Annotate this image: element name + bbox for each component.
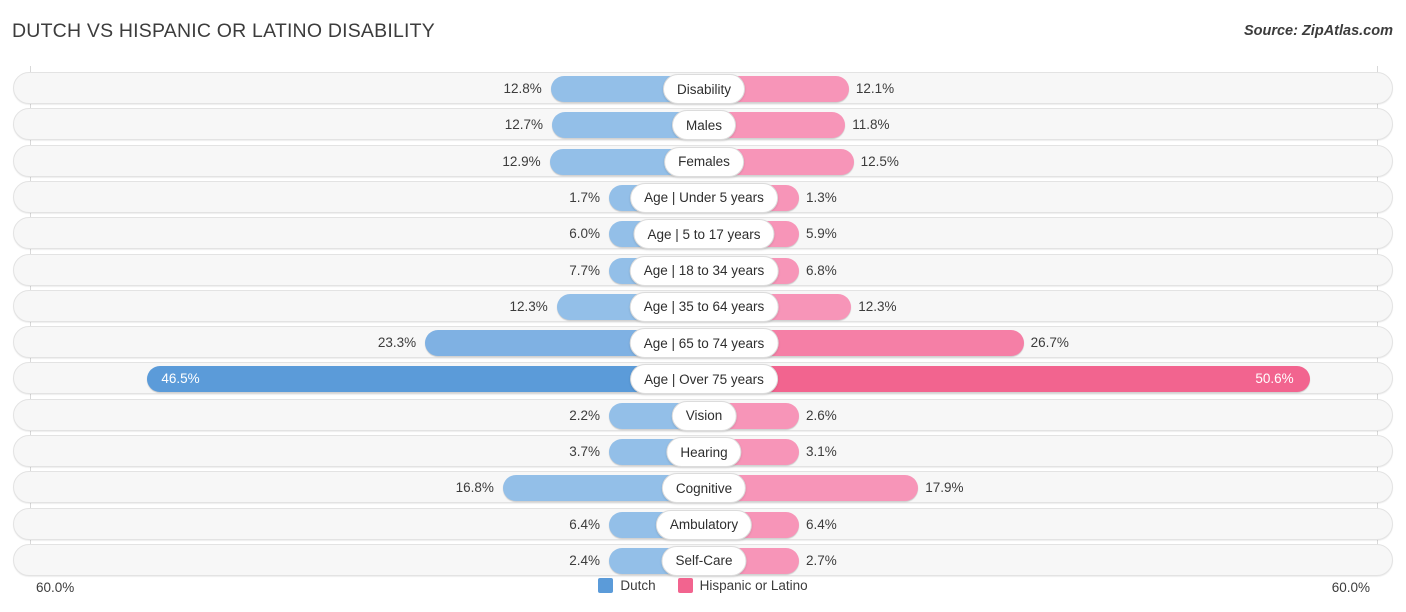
bar-group: 16.8% 17.9% Cognitive: [14, 472, 1392, 504]
category-label: Age | 5 to 17 years: [633, 219, 775, 250]
chart-row: 12.3% 12.3% Age | 35 to 64 years: [13, 289, 1393, 322]
category-label: Disability: [662, 74, 746, 104]
value-label-dutch: 3.7%: [569, 444, 600, 459]
chart-row: 2.4% 2.7% Self-Care: [13, 543, 1393, 576]
value-label-hispanic-or-latino: 50.6%: [1255, 371, 1294, 387]
legend-item: Hispanic or Latino: [677, 578, 808, 593]
legend-swatch: [677, 578, 693, 593]
value-label-dutch: 12.7%: [504, 117, 543, 133]
chart-root: DUTCH VS HISPANIC OR LATINO DISABILITY S…: [0, 0, 1406, 612]
bar-group: 23.3% 26.7% Age | 65 to 74 years: [14, 327, 1392, 359]
bar-group: 6.4% 6.4% Ambulatory: [14, 509, 1392, 540]
chart-row: 3.7% 3.1% Hearing: [13, 435, 1393, 467]
value-label-dutch: 1.7%: [569, 189, 600, 205]
chart-row: 12.7% 11.8% Males: [13, 108, 1393, 141]
chart-row: 23.3% 26.7% Age | 65 to 74 years: [13, 326, 1393, 359]
bar-group: 2.2% 2.6% Vision: [14, 400, 1392, 431]
value-label-dutch: 23.3%: [377, 335, 417, 351]
legend-item: Dutch: [598, 578, 656, 593]
category-label: Age | 18 to 34 years: [629, 255, 779, 286]
plot-area: 12.8% 12.1% Disability 12.7% 11.8% Males 12.9%…: [0, 66, 1406, 576]
value-label-dutch: 7.7%: [569, 262, 600, 278]
source-attribution: Source: ZipAtlas.com: [1243, 23, 1393, 39]
category-label: Hearing: [666, 437, 742, 467]
chart-row: 7.7% 6.8% Age | 18 to 34 years: [13, 253, 1393, 286]
value-label-hispanic-or-latino: 11.8%: [852, 117, 890, 133]
legend-label: Dutch: [620, 578, 656, 593]
value-label-hispanic-or-latino: 2.7%: [806, 552, 837, 568]
bar-group: 12.7% 11.8% Males: [14, 109, 1392, 141]
bar-group: 6.0% 5.9% Age | 5 to 17 years: [14, 218, 1392, 250]
chart-row: 6.4% 6.4% Ambulatory: [13, 507, 1393, 540]
value-label-hispanic-or-latino: 12.5%: [860, 153, 899, 169]
bar-group: 7.7% 6.8% Age | 18 to 34 years: [14, 255, 1392, 286]
category-label: Females: [664, 146, 744, 177]
value-label-dutch: 46.5%: [161, 371, 200, 387]
bar-group: 46.5% 50.6% Age | Over 75 years: [14, 363, 1392, 395]
value-label-hispanic-or-latino: 12.3%: [858, 298, 897, 314]
bar-group: 12.3% 12.3% Age | 35 to 64 years: [14, 291, 1392, 322]
bar-group: 3.7% 3.1% Hearing: [14, 436, 1392, 467]
chart-row: 46.5% 50.6% Age | Over 75 years: [13, 362, 1393, 395]
bar-group: 12.9% 12.5% Females: [14, 146, 1392, 177]
value-label-hispanic-or-latino: 26.7%: [1030, 335, 1069, 351]
value-label-dutch: 2.2%: [569, 407, 600, 423]
chart-row: 12.8% 12.1% Disability: [13, 72, 1393, 104]
value-label-hispanic-or-latino: 2.6%: [806, 407, 837, 423]
bar-hispanic-or-latino: [704, 366, 1310, 393]
value-label-dutch: 12.8%: [503, 81, 542, 96]
chart-row: 1.7% 1.3% Age | Under 5 years: [13, 180, 1393, 213]
category-label: Males: [671, 110, 737, 141]
value-label-hispanic-or-latino: 5.9%: [806, 226, 837, 242]
category-label: Age | 65 to 74 years: [629, 328, 779, 359]
legend: Dutch Hispanic or Latino: [0, 578, 1406, 593]
value-label-hispanic-or-latino: 3.1%: [806, 444, 837, 459]
chart-row: 16.8% 17.9% Cognitive: [13, 471, 1393, 504]
value-label-hispanic-or-latino: 6.8%: [806, 262, 837, 278]
category-label: Vision: [671, 400, 737, 431]
category-label: Ambulatory: [655, 509, 753, 540]
chart-row: 6.0% 5.9% Age | 5 to 17 years: [13, 217, 1393, 250]
category-label: Age | Under 5 years: [630, 182, 778, 213]
value-label-dutch: 16.8%: [455, 480, 494, 496]
value-label-dutch: 6.4%: [569, 516, 600, 532]
bar-group: 2.4% 2.7% Self-Care: [14, 545, 1392, 576]
bar-group: 12.8% 12.1% Disability: [14, 73, 1392, 104]
value-label-dutch: 6.0%: [569, 226, 600, 242]
category-label: Age | Over 75 years: [630, 364, 778, 395]
bar-dutch: [147, 366, 704, 393]
page-title: DUTCH VS HISPANIC OR LATINO DISABILITY: [12, 20, 435, 42]
value-label-hispanic-or-latino: 12.1%: [855, 81, 895, 96]
value-label-hispanic-or-latino: 17.9%: [925, 480, 964, 496]
value-label-dutch: 12.3%: [509, 298, 548, 314]
legend-label: Hispanic or Latino: [699, 578, 808, 593]
chart-row: 2.2% 2.6% Vision: [13, 398, 1393, 431]
category-label: Cognitive: [661, 473, 747, 504]
bar-group: 1.7% 1.3% Age | Under 5 years: [14, 182, 1392, 213]
category-label: Self-Care: [661, 545, 747, 576]
value-label-dutch: 2.4%: [569, 552, 600, 568]
value-label-hispanic-or-latino: 6.4%: [806, 516, 837, 532]
chart-row: 12.9% 12.5% Females: [13, 144, 1393, 177]
legend-swatch: [598, 578, 614, 593]
value-label-dutch: 12.9%: [502, 153, 541, 169]
value-label-hispanic-or-latino: 1.3%: [806, 189, 837, 205]
category-label: Age | 35 to 64 years: [629, 291, 779, 322]
